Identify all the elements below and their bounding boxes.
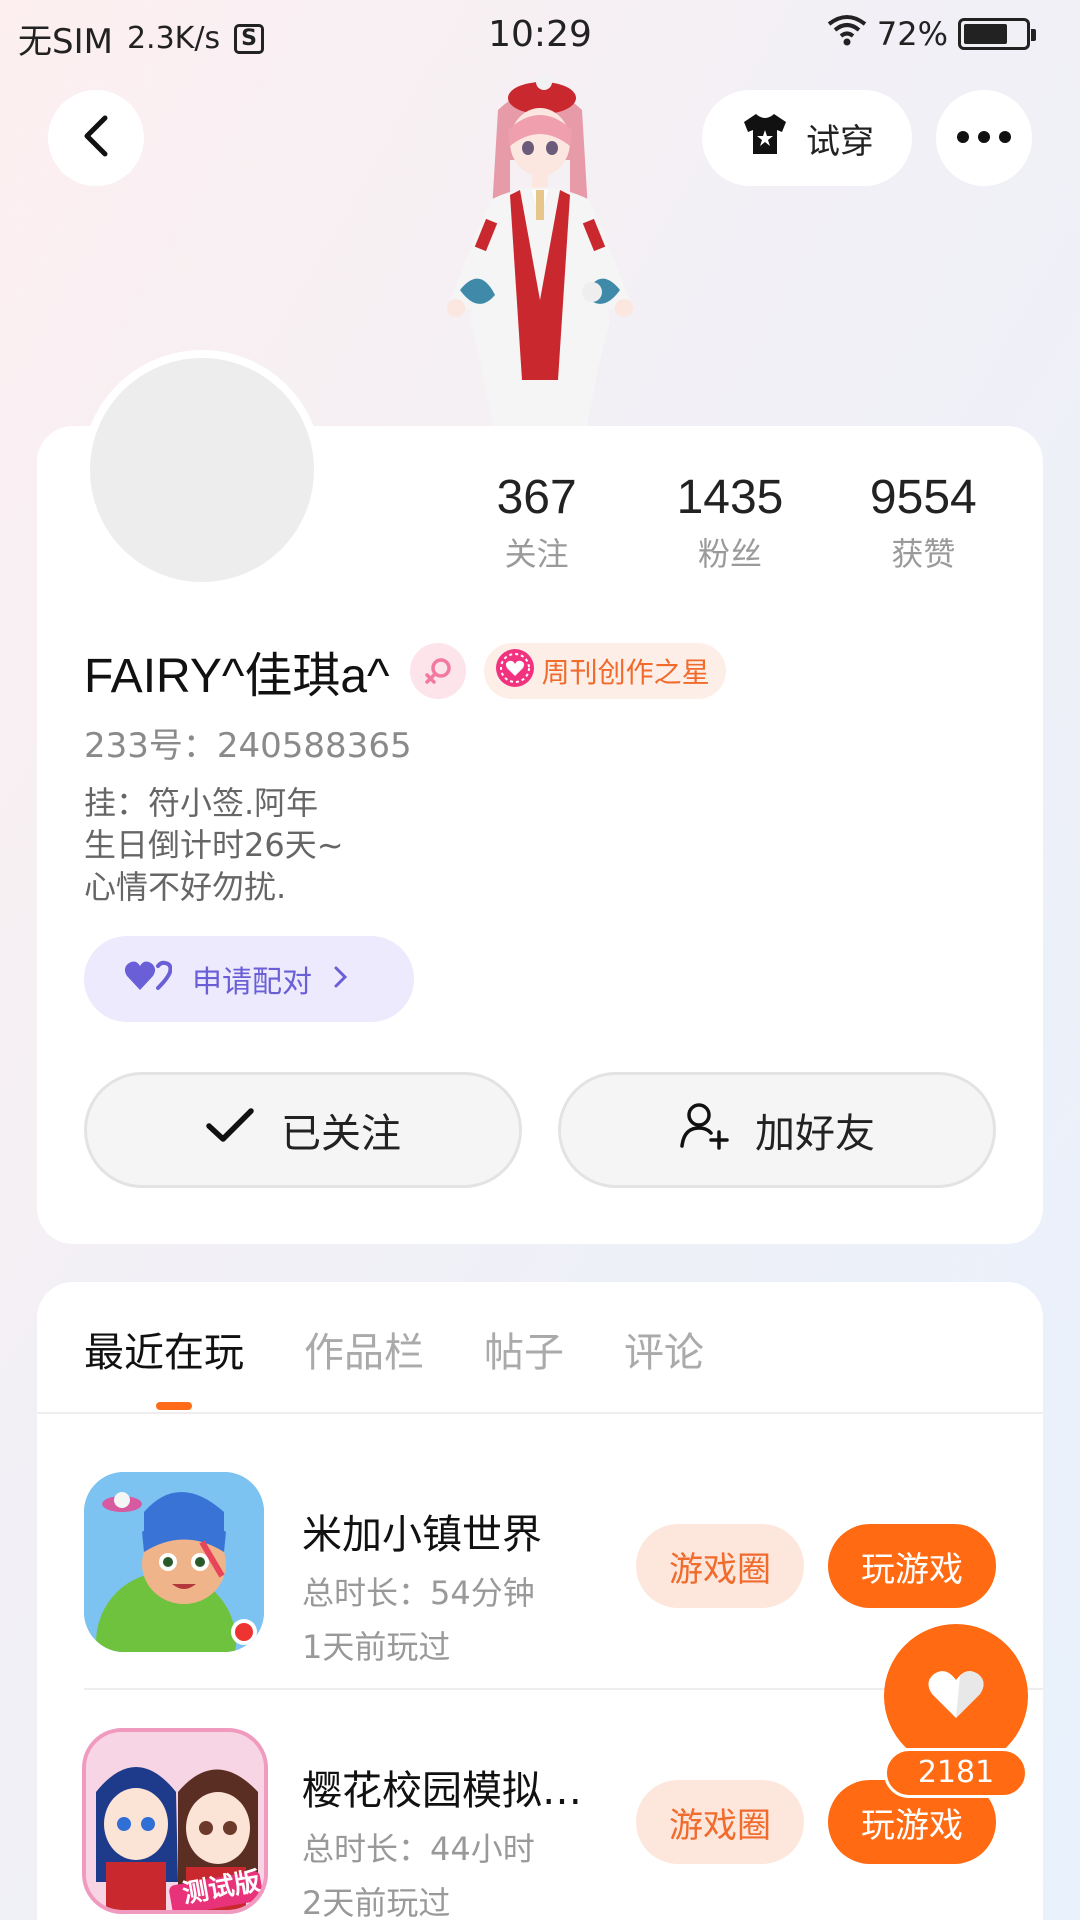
game-name: 樱花校园模拟… bbox=[302, 1768, 582, 1814]
game-icon-sakura-school[interactable]: 测试版 bbox=[82, 1728, 268, 1914]
tab-works[interactable]: 作品栏 bbox=[304, 1320, 424, 1378]
avatar-character-image[interactable] bbox=[420, 70, 660, 430]
game-list-item[interactable]: 测试版 樱花校园模拟… 总时长：44小时 2天前玩过 游戏圈 玩游戏 bbox=[82, 1728, 1004, 1920]
like-button[interactable] bbox=[884, 1624, 1028, 1768]
tab-comments[interactable]: 评论 bbox=[624, 1320, 704, 1378]
following-button[interactable]: 已关注 bbox=[84, 1072, 522, 1188]
bio-line: 心情不好勿扰. bbox=[84, 868, 287, 906]
stat-likes[interactable]: 9554 获赞 bbox=[827, 470, 1020, 575]
bio-line: 生日倒计时26天~ bbox=[84, 826, 344, 864]
female-gender-icon bbox=[409, 643, 466, 699]
more-dots-icon bbox=[956, 129, 1012, 148]
stat-label: 获赞 bbox=[891, 535, 956, 573]
tabs-divider bbox=[37, 1412, 1043, 1414]
username: FAIRY^佳琪a^ bbox=[84, 650, 390, 703]
game-circle-button[interactable]: 游戏圈 bbox=[636, 1524, 804, 1608]
stat-value: 367 bbox=[496, 471, 577, 524]
game-duration: 总时长：54分钟 bbox=[302, 1574, 535, 1612]
add-friend-label: 加好友 bbox=[755, 1111, 875, 1157]
like-count: 2181 bbox=[884, 1748, 1028, 1798]
title-badge-label: 周刊创作之星 bbox=[541, 656, 710, 689]
back-arrow-icon bbox=[81, 114, 111, 162]
heart-medal-icon bbox=[494, 647, 536, 696]
play-game-button[interactable]: 玩游戏 bbox=[828, 1524, 996, 1608]
stat-label: 粉丝 bbox=[697, 535, 762, 573]
profile-stats: 367 关注 1435 粉丝 9554 获赞 bbox=[440, 470, 1020, 575]
stat-label: 关注 bbox=[504, 535, 569, 573]
add-friend-button[interactable]: 加好友 bbox=[558, 1072, 996, 1188]
heart-icon bbox=[926, 1668, 986, 1724]
double-heart-icon bbox=[124, 958, 173, 1000]
game-list-item[interactable]: 米加小镇世界 总时长：54分钟 1天前玩过 游戏圈 玩游戏 bbox=[84, 1472, 1004, 1666]
active-tab-indicator bbox=[156, 1402, 192, 1410]
battery-percent: 72% bbox=[876, 15, 948, 53]
more-button[interactable] bbox=[936, 90, 1032, 186]
status-right: 72% bbox=[827, 14, 1036, 54]
user-id: 233号：240588365 bbox=[84, 726, 412, 766]
game-duration: 总时长：44小时 bbox=[302, 1830, 535, 1868]
tab-recently-played[interactable]: 最近在玩 bbox=[84, 1320, 244, 1378]
bio-line: 挂：符小签.阿年 bbox=[84, 784, 319, 822]
user-avatar[interactable] bbox=[82, 350, 322, 590]
add-user-icon bbox=[679, 1100, 729, 1160]
game-name: 米加小镇世界 bbox=[302, 1512, 542, 1558]
back-button[interactable] bbox=[48, 90, 144, 186]
game-icon-miga-town[interactable] bbox=[84, 1472, 264, 1652]
wifi-icon bbox=[827, 14, 867, 54]
profile-tabs: 最近在玩 作品栏 帖子 评论 bbox=[84, 1320, 704, 1378]
stat-followers[interactable]: 1435 粉丝 bbox=[633, 470, 826, 575]
apply-pairing-label: 申请配对 bbox=[192, 965, 312, 1000]
name-row: FAIRY^佳琪a^ 周刊创作之星 bbox=[84, 636, 726, 706]
apply-pairing-button[interactable]: 申请配对 bbox=[84, 936, 414, 1022]
stat-following[interactable]: 367 关注 bbox=[440, 470, 633, 575]
weekly-creator-badge[interactable]: 周刊创作之星 bbox=[483, 643, 726, 699]
tshirt-icon bbox=[740, 112, 790, 165]
stat-value: 1435 bbox=[676, 471, 784, 524]
stat-value: 9554 bbox=[869, 471, 977, 524]
chevron-right-icon bbox=[332, 962, 348, 997]
bio: 挂：符小签.阿年 生日倒计时26天~ 心情不好勿扰. bbox=[84, 782, 344, 908]
try-on-label: 试穿 bbox=[806, 121, 874, 162]
checkmark-icon bbox=[205, 1106, 255, 1154]
game-last-played: 2天前玩过 bbox=[302, 1884, 451, 1920]
following-label: 已关注 bbox=[281, 1111, 401, 1157]
tab-posts[interactable]: 帖子 bbox=[484, 1320, 564, 1378]
battery-icon bbox=[958, 18, 1036, 50]
game-last-played: 1天前玩过 bbox=[302, 1628, 451, 1666]
status-bar: 无SIM 2.3K/s S 10:29 72% bbox=[0, 0, 1080, 76]
try-on-button[interactable]: 试穿 bbox=[702, 90, 912, 186]
game-circle-button[interactable]: 游戏圈 bbox=[636, 1780, 804, 1864]
